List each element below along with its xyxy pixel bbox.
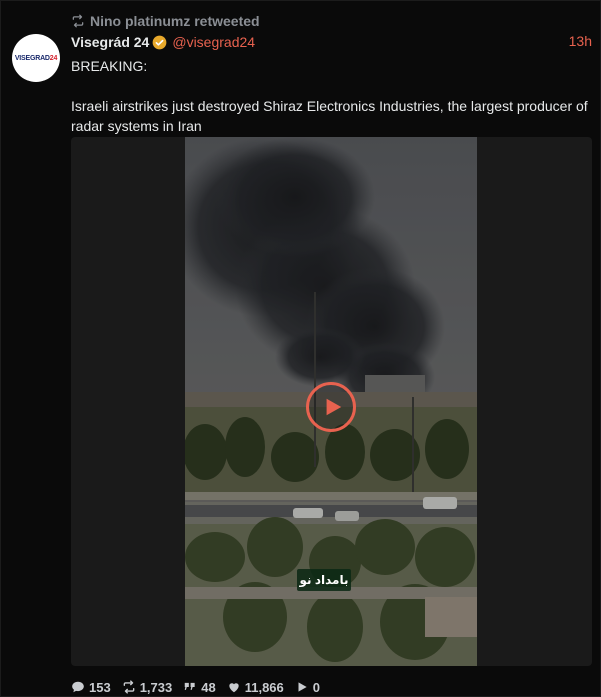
author-handle[interactable]: @visegrad24 <box>172 34 255 50</box>
quote-button[interactable]: 48 <box>183 679 216 695</box>
quote-count: 48 <box>201 679 216 695</box>
tweet-header: Visegrád 24 @visegrad24 13h <box>71 33 592 51</box>
retweet-indicator: Nino platinumz retweeted <box>71 13 260 29</box>
tweet-stats: 153 1,733 48 11,866 0 <box>71 678 320 696</box>
views-count: 0 <box>312 679 320 695</box>
tweet-timestamp[interactable]: 13h <box>569 33 592 49</box>
reply-count: 153 <box>89 679 111 695</box>
reply-button[interactable]: 153 <box>71 680 111 695</box>
tweet-card[interactable]: Nino platinumz retweeted VISEGRAD24 Vise… <box>0 0 601 697</box>
views-button[interactable]: 0 <box>295 680 320 695</box>
video-player[interactable]: بامداد نو <box>71 137 592 666</box>
retweet-button[interactable]: 1,733 <box>122 679 173 695</box>
like-count: 11,866 <box>244 679 284 695</box>
avatar[interactable]: VISEGRAD24 <box>12 34 60 82</box>
author-name[interactable]: Visegrád 24 <box>71 34 149 50</box>
play-icon <box>326 398 342 416</box>
reply-icon <box>72 681 84 693</box>
tweet-text: BREAKING: Israeli airstrikes just destro… <box>71 58 588 134</box>
video-watermark: بامداد نو <box>297 569 351 591</box>
avatar-logo: VISEGRAD24 <box>14 54 58 62</box>
retweet-icon <box>123 680 135 694</box>
play-views-icon <box>298 682 307 692</box>
play-button[interactable] <box>306 382 356 432</box>
retweet-label: Nino platinumz retweeted <box>90 13 260 29</box>
retweet-count: 1,733 <box>139 679 173 695</box>
like-button[interactable]: 11,866 <box>227 680 284 695</box>
verified-badge-icon <box>152 35 167 49</box>
retweet-icon <box>72 14 84 28</box>
quote-icon <box>185 682 195 690</box>
heart-icon <box>229 683 239 693</box>
